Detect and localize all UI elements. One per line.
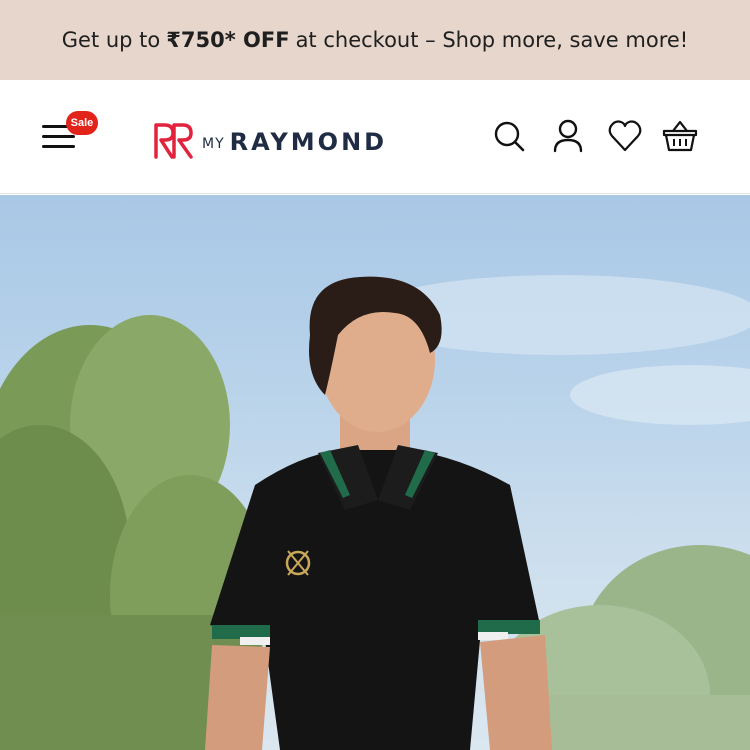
basket-button[interactable] (662, 118, 698, 154)
menu-icon-bar (42, 135, 75, 138)
raymond-logo-mark-icon (154, 123, 193, 159)
site-logo[interactable]: MY RAYMOND (152, 120, 387, 160)
promo-text-after: at checkout – Shop more, save more! (295, 28, 689, 52)
menu-icon-bar (42, 145, 75, 148)
logo-name: RAYMOND (229, 128, 388, 156)
logo-my: MY (202, 136, 225, 152)
promo-text-before: Get up to (61, 28, 161, 52)
hero-banner[interactable] (0, 195, 750, 750)
promo-banner[interactable]: Get up to ₹750* OFF at checkout – Shop m… (0, 0, 750, 80)
sale-badge[interactable]: Sale (66, 111, 98, 135)
promo-highlight: ₹750* OFF (166, 28, 290, 52)
account-icon (553, 119, 583, 153)
search-icon (494, 121, 525, 152)
basket-icon (662, 120, 698, 152)
search-button[interactable] (491, 118, 527, 154)
wishlist-heart-icon (608, 120, 642, 152)
wishlist-button[interactable] (607, 118, 643, 154)
site-header: MY RAYMOND (0, 80, 750, 194)
account-button[interactable] (550, 118, 586, 154)
hero-image (0, 275, 750, 750)
